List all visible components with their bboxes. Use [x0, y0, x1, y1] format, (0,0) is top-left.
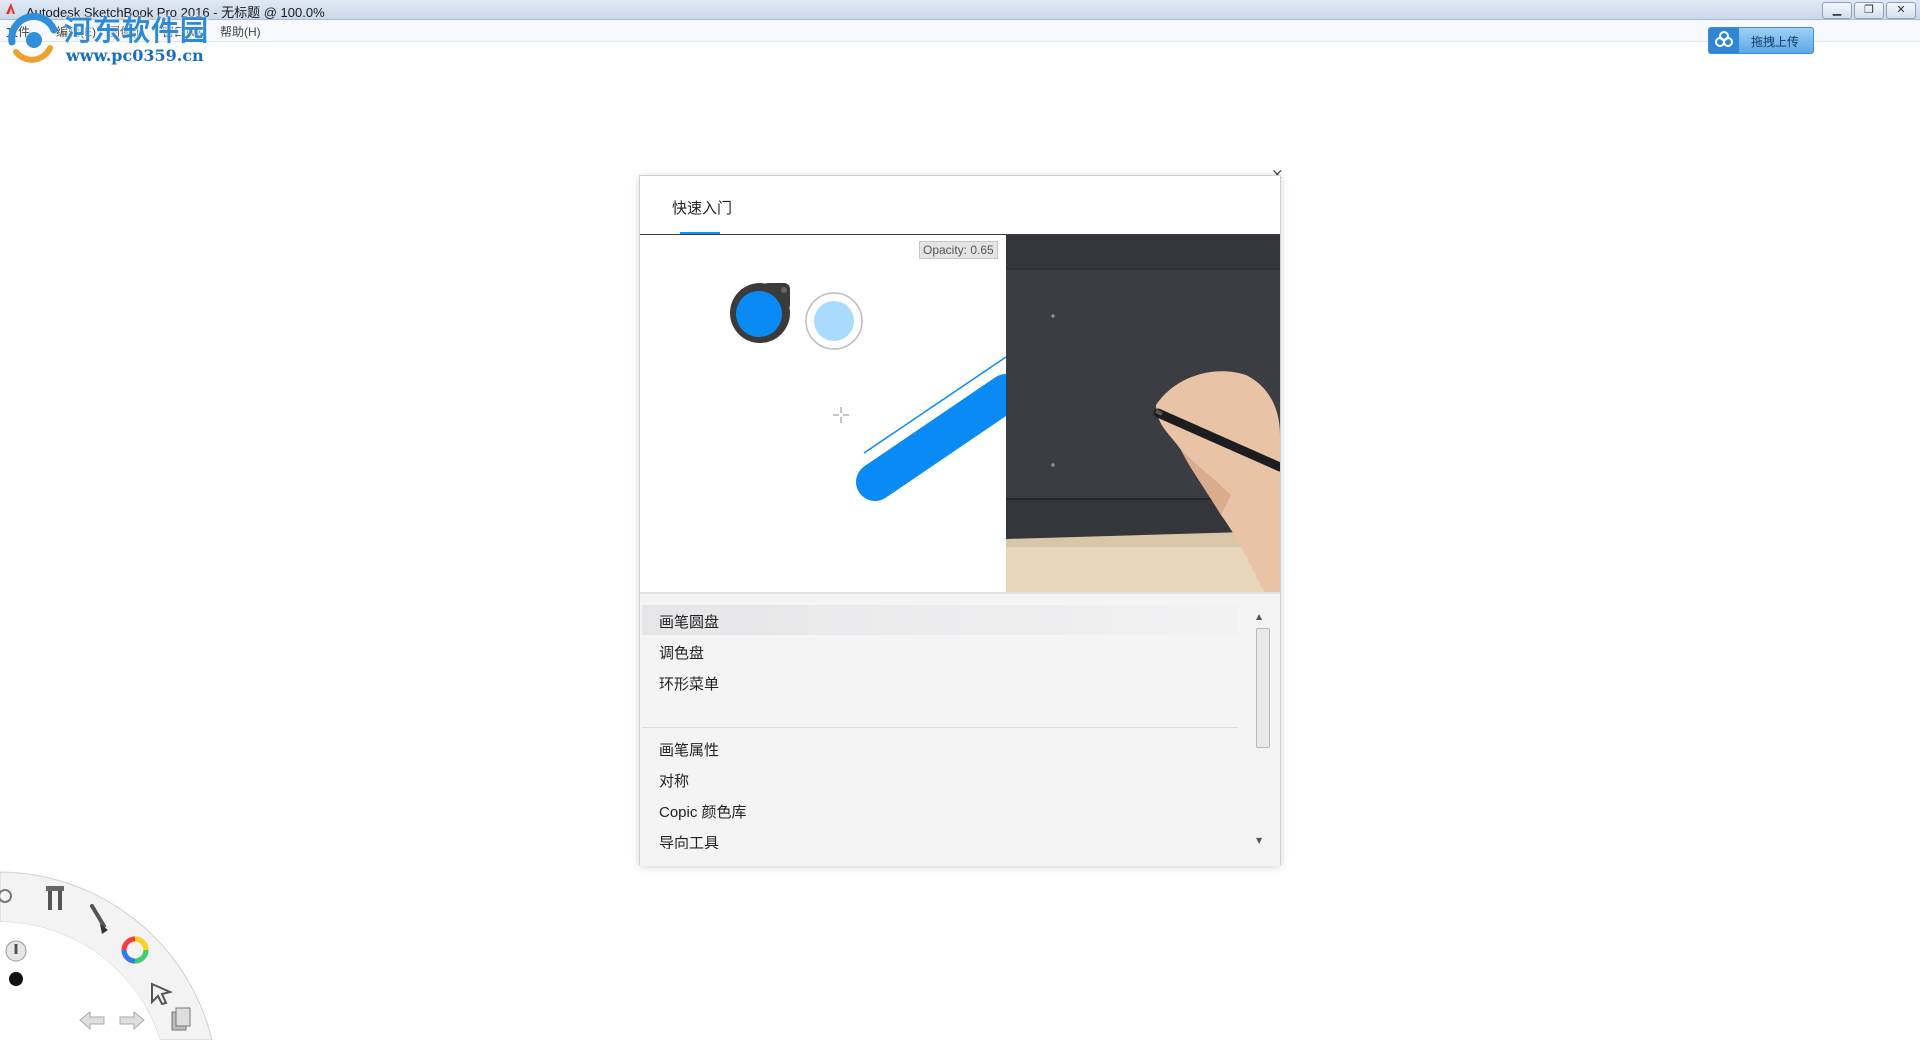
cloud-upload-icon [1709, 28, 1739, 53]
demo-video-frame [1006, 235, 1280, 592]
list-item-color-puck[interactable]: 调色盘 [659, 642, 704, 663]
demo-canvas: Opacity: 0.65 [640, 235, 1025, 592]
upload-label: 拖拽上传 [1751, 35, 1800, 49]
list-item-guides[interactable]: 导向工具 [659, 832, 719, 849]
opacity-readout: Opacity: 0.65 [919, 241, 998, 259]
scroll-up-icon[interactable]: ▲ [1256, 612, 1262, 621]
feature-list: 画笔圆盘 调色盘 环形菜单 画笔属性 对称 Copic 颜色库 导向工具 ▲ ▼ [640, 592, 1280, 866]
scroll-down-icon[interactable]: ▼ [1256, 836, 1262, 845]
watermark-name: 河东软件园 [64, 14, 210, 47]
tablet-hand-illustration [1006, 235, 1280, 592]
list-group-divider [642, 727, 1238, 728]
close-window-button[interactable]: ✕ [1886, 2, 1916, 19]
menu-bar: 文件 编辑(E) 图像(I) 窗口(W) 帮助(H) [0, 20, 1920, 42]
brush-stroke-illustration [730, 283, 1025, 501]
watermark-logo-icon [8, 13, 58, 63]
list-item-brush-puck[interactable]: 画笔圆盘 [659, 611, 719, 632]
menu-help[interactable]: 帮助(H) [220, 23, 261, 40]
list-scrollbar[interactable]: ▲ ▼ [1254, 612, 1270, 852]
color-puck-icon[interactable] [9, 972, 23, 986]
list-item-copic-library[interactable]: Copic 颜色库 [659, 801, 747, 822]
watermark-url: www.pc0359.cn [66, 46, 204, 65]
list-selection-highlight [642, 605, 1238, 635]
drag-upload-button[interactable]: 拖拽上传 [1708, 27, 1814, 54]
scroll-thumb[interactable] [1256, 628, 1270, 748]
lagoon-radial-toolbar [0, 871, 213, 1040]
list-item-brush-properties[interactable]: 画笔属性 [659, 739, 719, 760]
list-item-marking-menu[interactable]: 环形菜单 [659, 673, 719, 694]
brush-puck-icon[interactable] [5, 940, 27, 962]
tab-quick-start[interactable]: 快速入门 [672, 197, 732, 218]
list-item-symmetry[interactable]: 对称 [659, 770, 689, 791]
restore-button[interactable]: ❐ [1854, 2, 1884, 19]
minimize-button[interactable]: ▁ [1822, 2, 1852, 19]
title-bar: Autodesk SketchBook Pro 2016 - 无标题 @ 100… [0, 0, 1920, 20]
quick-start-dialog: 快速入门 Opacity: 0.65 画笔圆盘 调色盘 环形菜单 画笔属性 对称… [639, 175, 1281, 866]
